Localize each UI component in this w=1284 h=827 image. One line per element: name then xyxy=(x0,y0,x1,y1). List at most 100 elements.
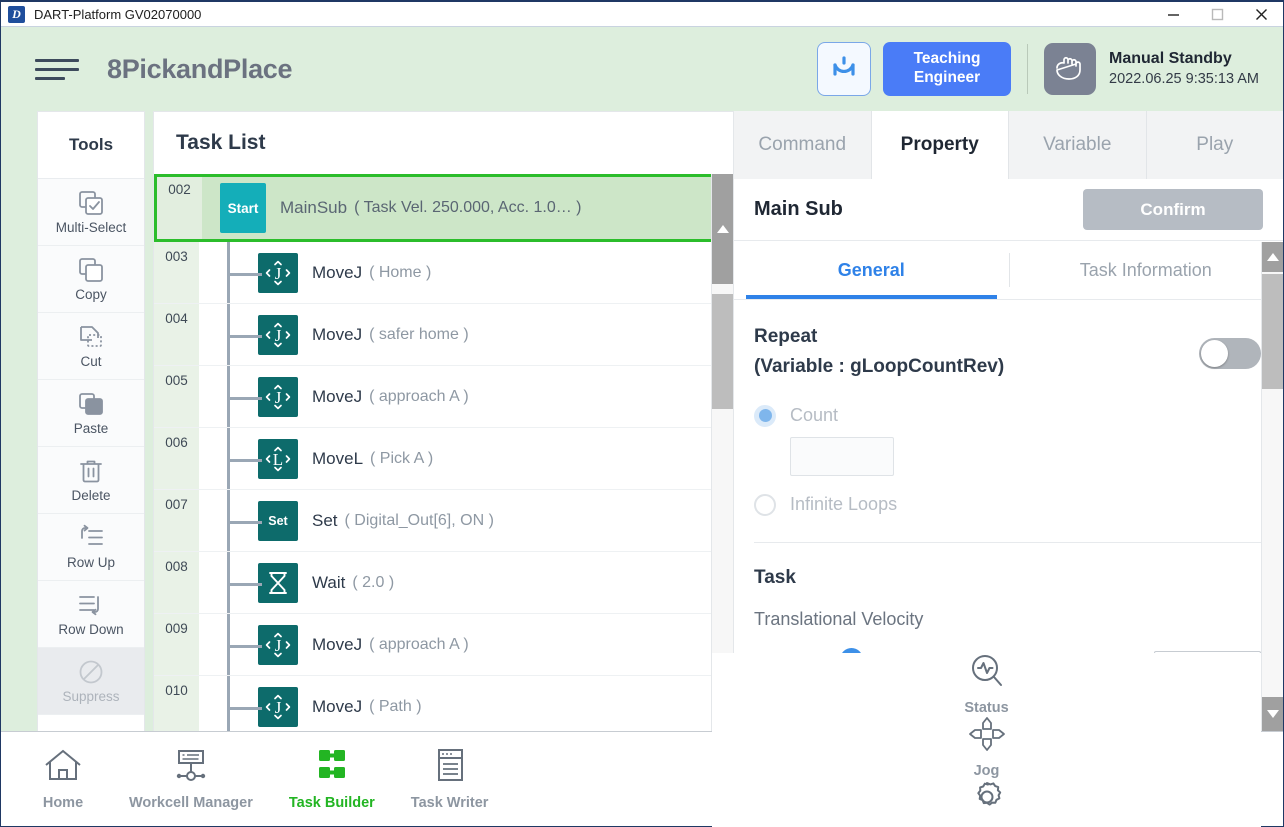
tool-paste[interactable]: Paste xyxy=(38,380,144,447)
tab-play[interactable]: Play xyxy=(1146,111,1283,179)
nav-label: Workcell Manager xyxy=(129,794,253,811)
hamburger-menu-icon[interactable] xyxy=(35,54,79,84)
table-row[interactable]: 006 L MoveL (Pick A) xyxy=(154,428,733,490)
tab-command[interactable]: Command xyxy=(734,111,872,179)
count-input[interactable] xyxy=(790,436,894,476)
nav-task-builder[interactable]: Task Builder xyxy=(271,748,393,811)
nav-jog[interactable]: Jog xyxy=(712,716,1261,779)
table-row[interactable]: 010 J MoveJ (Path) xyxy=(154,676,733,731)
close-icon[interactable] xyxy=(1239,2,1283,26)
row-number: 005 xyxy=(154,366,199,427)
nav-label: Home xyxy=(42,794,84,811)
repeat-section-header: Repeat (Variable : gLoopCountRev) xyxy=(754,322,1261,383)
row-number: 010 xyxy=(154,676,199,731)
row-arguments: ( approach A ) xyxy=(369,387,469,405)
nav-label: Status xyxy=(964,700,1009,716)
repeat-toggle[interactable] xyxy=(1199,338,1261,369)
tool-label: Paste xyxy=(73,421,109,436)
tool-multi-select[interactable]: Multi-Select xyxy=(38,179,144,246)
scroll-up-button[interactable] xyxy=(1262,242,1283,272)
property-scrollbar[interactable] xyxy=(1261,242,1283,731)
table-row[interactable]: 008 Wait ( 2.0 ) xyxy=(154,552,733,614)
scroll-thumb[interactable] xyxy=(712,294,733,409)
tool-label: Delete xyxy=(71,488,111,503)
nav-label: Jog xyxy=(973,763,1000,779)
maximize-icon[interactable] xyxy=(1195,2,1239,26)
infinite-radio[interactable] xyxy=(754,493,776,516)
task-list-scrollbar[interactable] xyxy=(711,174,733,731)
table-row[interactable]: 007 Set Set ( Digital_Out[6], ON ) xyxy=(154,490,733,552)
row-arguments: ( 2.0 ) xyxy=(352,573,395,591)
nav-workcell-manager[interactable]: Workcell Manager xyxy=(111,748,271,811)
scroll-down-button[interactable] xyxy=(1262,697,1283,731)
manual-hand-icon xyxy=(1044,43,1097,95)
table-row[interactable]: 005 J MoveJ (approach A) xyxy=(154,366,733,428)
main-content: Tools Multi-Select Copy Cut Paste Delete… xyxy=(1,111,1283,731)
row-content: J MoveJ ( Home ) xyxy=(199,242,733,303)
tool-delete[interactable]: Delete xyxy=(38,447,144,514)
svg-text:J: J xyxy=(275,636,282,655)
tree-branch xyxy=(227,520,262,524)
svg-text:J: J xyxy=(275,388,282,407)
tool-label: Cut xyxy=(80,354,102,369)
robot-gripper-icon[interactable] xyxy=(817,42,872,96)
row-number: 006 xyxy=(154,428,199,489)
tool-copy[interactable]: Copy xyxy=(38,246,144,313)
tab-variable[interactable]: Variable xyxy=(1009,111,1147,179)
subtab-general[interactable]: General xyxy=(734,241,1009,299)
task-writer-icon xyxy=(430,748,470,788)
bottom-navigation: Home Workcell Manager Task Builder Task … xyxy=(1,653,1283,827)
scroll-thumb[interactable] xyxy=(1262,274,1283,389)
bottom-nav-right: Status Jog xyxy=(712,653,1261,827)
repeat-titles: Repeat (Variable : gLoopCountRev) xyxy=(754,322,1004,383)
set-icon: Set xyxy=(258,500,298,541)
nav-setting[interactable]: Setting xyxy=(712,779,1261,827)
row-content: Start MainSub ( Task Vel. 250.000, Acc. … xyxy=(202,177,730,239)
tool-label: Row Up xyxy=(66,555,115,570)
copy-icon xyxy=(77,256,105,284)
row-number: 004 xyxy=(154,304,199,365)
table-row[interactable]: 002 Start MainSub ( Task Vel. 250.000, A… xyxy=(154,174,733,242)
tools-title: Tools xyxy=(38,112,144,179)
row-content: J MoveJ ( approach A ) xyxy=(199,366,733,427)
tool-suppress[interactable]: Suppress xyxy=(38,648,144,715)
table-row[interactable]: 009 J MoveJ (approach A) xyxy=(154,614,733,676)
minimize-icon[interactable] xyxy=(1151,2,1195,26)
start-badge: Start xyxy=(220,183,266,233)
tool-row-down[interactable]: Row Down xyxy=(38,581,144,648)
nav-status[interactable]: Status xyxy=(712,653,1261,716)
trash-icon xyxy=(77,457,105,485)
tool-row-up[interactable]: Row Up xyxy=(38,514,144,581)
nav-home[interactable]: Home xyxy=(15,748,111,811)
table-row[interactable]: 004 J MoveJ (safer home) xyxy=(154,304,733,366)
row-content: Set Set ( Digital_Out[6], ON ) xyxy=(199,490,733,551)
tool-cut[interactable]: Cut xyxy=(38,313,144,380)
app-header: 8PickandPlace Teaching Engineer Manual S… xyxy=(1,27,1283,111)
svg-text:J: J xyxy=(275,264,282,283)
chevron-up-icon xyxy=(1266,253,1279,261)
table-row[interactable]: 003 J MoveJ (Home) xyxy=(154,242,733,304)
mode-status-text: Manual Standby 2022.06.25 9:35:13 AM xyxy=(1109,48,1259,89)
count-radio[interactable] xyxy=(754,404,776,427)
confirm-button[interactable]: Confirm xyxy=(1083,189,1263,230)
chevron-up-icon xyxy=(716,225,729,233)
svg-text:L: L xyxy=(273,450,283,469)
mode-timestamp: 2022.06.25 9:35:13 AM xyxy=(1109,71,1259,88)
nav-task-writer[interactable]: Task Writer xyxy=(393,748,507,811)
tree-branch xyxy=(227,706,262,710)
jog-arrows-icon xyxy=(967,716,1007,756)
property-panel: Command Property Variable Play Main Sub … xyxy=(734,111,1283,731)
infinite-option-row[interactable]: Infinite Loops xyxy=(754,493,1261,516)
mode-name: Manual Standby xyxy=(1109,50,1232,68)
scroll-up-button[interactable] xyxy=(712,174,733,284)
subtab-task-information[interactable]: Task Information xyxy=(1009,241,1284,299)
row-command: MoveJ xyxy=(312,634,363,654)
movej-icon: J xyxy=(258,624,298,665)
paste-icon xyxy=(77,390,105,418)
gear-icon xyxy=(967,779,1007,819)
panel-tabs: Command Property Variable Play xyxy=(734,111,1283,179)
count-option-row[interactable]: Count xyxy=(754,404,1261,427)
velocity-label: Translational Velocity xyxy=(754,609,924,630)
tab-property[interactable]: Property xyxy=(871,111,1009,179)
teaching-engineer-button[interactable]: Teaching Engineer xyxy=(883,42,1012,96)
